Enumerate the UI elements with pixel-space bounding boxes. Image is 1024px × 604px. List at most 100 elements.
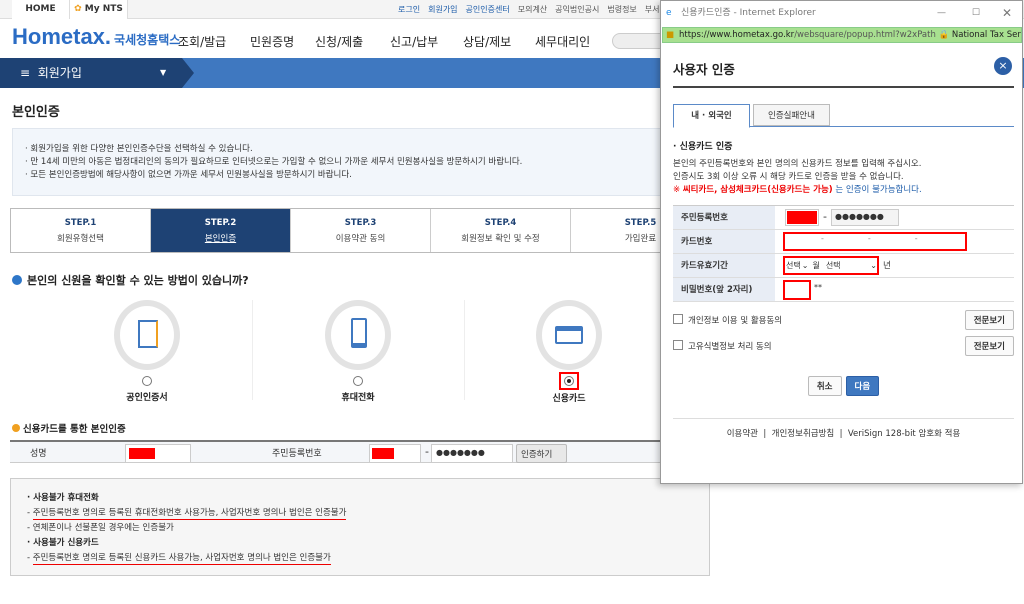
minimize-button[interactable]: — <box>937 1 946 26</box>
nav-consult[interactable]: 상담/제보 <box>463 33 511 50</box>
caret-down-icon: ▼ <box>160 68 167 77</box>
step-label: 회원유형선택 <box>57 234 104 244</box>
dash: - <box>823 210 827 223</box>
verify-button[interactable]: 인증하기 <box>516 444 567 463</box>
radio-certificate[interactable] <box>142 376 152 386</box>
notice-item: 주민등록번호 명의로 등록된 신용카드 사용가능, 사업자번호 명의나 법인은 … <box>32 553 331 565</box>
top-links: 로그인 회원가입 공인인증센터 모의계산 공익법인공시 법령정보 부서 <box>398 4 660 15</box>
month-select[interactable]: 선택 <box>785 258 802 273</box>
info-box: · 회원가입을 위한 다양한 본인인증수단을 선택하실 수 있습니다. · 만 … <box>12 128 712 196</box>
option-credit-card[interactable]: 신용카드 <box>509 300 629 404</box>
tab-my-nts-label: My NTS <box>84 4 123 14</box>
window-title: 신용카드인증 - Internet Explorer <box>681 8 816 18</box>
privacy-policy-link[interactable]: 개인정보취급방침 <box>772 429 835 439</box>
divider <box>464 300 465 400</box>
site-icon: ■ <box>666 30 675 40</box>
address-bar[interactable]: ■ https://www.hometax.go.kr/websquare/pop… <box>662 27 1022 43</box>
agree-unique-id-checkbox[interactable] <box>673 340 683 350</box>
link-login[interactable]: 로그인 <box>398 4 420 15</box>
radio-phone[interactable] <box>353 376 363 386</box>
step-num: STEP.3 <box>344 218 377 228</box>
tab-home[interactable]: HOME <box>12 0 70 19</box>
tab-my-nts[interactable]: ✿ My NTS <box>70 0 128 19</box>
info-line: 모든 본인인증방법에 해당사항이 없으면 가까운 세무서 민원봉사실을 방문하시… <box>30 170 352 180</box>
step-label: 가입완료 <box>624 234 657 244</box>
popup-content: 사용자 인증 × 내 · 외국인 인증실패안내 · 신용카드 인증 본인의 주민… <box>673 45 1014 439</box>
agree-privacy-checkbox[interactable] <box>673 314 683 324</box>
hometax-logo[interactable]: Hometax. 국세청홈택스 <box>12 24 180 50</box>
popup-titlebar: e 신용카드인증 - Internet Explorer — ☐ ✕ <box>661 1 1022 26</box>
popup-close-button[interactable]: × <box>994 57 1012 75</box>
nav-agent[interactable]: 세무대리인 <box>535 33 590 50</box>
warn-prefix: ※ <box>673 185 683 195</box>
ie-icon: e <box>666 8 672 18</box>
step-4: STEP.4 회원정보 확인 및 수정 <box>431 209 571 252</box>
step-num: STEP.4 <box>484 218 517 228</box>
star-icon: ✿ <box>74 4 82 14</box>
link-public-corp[interactable]: 공익법인공시 <box>555 4 599 15</box>
pin-input[interactable] <box>783 280 811 300</box>
question-heading: 본인의 신원을 확인할 수 있는 방법이 있습니까? <box>12 272 249 288</box>
expiry-label: 카드유효기간 <box>673 254 775 277</box>
card-part-4[interactable] <box>918 234 958 249</box>
next-button[interactable]: 다음 <box>845 376 880 396</box>
link-cert-center[interactable]: 공인인증센터 <box>466 4 510 15</box>
warn-blue: 는 인증이 불가능합니다. <box>832 185 922 195</box>
highlight-box <box>559 372 579 390</box>
nav-report[interactable]: 신고/납부 <box>390 33 438 50</box>
window-close-button[interactable]: ✕ <box>1002 1 1012 26</box>
menu-dropdown[interactable]: ≡ 회원가입 ▼ <box>0 58 194 88</box>
nav-inquiry[interactable]: 조회/발급 <box>178 33 226 50</box>
card-part-3[interactable] <box>871 234 915 249</box>
option-certificate[interactable]: 공인인증서 <box>87 300 207 403</box>
menu-current: 회원가입 <box>37 66 82 80</box>
info-line: 회원가입을 위한 다양한 본인인증수단을 선택하실 수 있습니다. <box>30 144 253 154</box>
view-privacy-button[interactable]: 전문보기 <box>964 310 1014 330</box>
terms-link[interactable]: 이용약관 <box>727 429 758 439</box>
maximize-button[interactable]: ☐ <box>972 1 980 26</box>
year-select[interactable]: 선택 <box>824 258 843 273</box>
rrn-front-input[interactable] <box>369 444 421 463</box>
view-unique-id-button[interactable]: 전문보기 <box>964 336 1014 356</box>
step-label: 회원정보 확인 및 수정 <box>461 234 540 244</box>
popup-footer: 이용약관 | 개인정보취급방침 | VeriSign 128-bit 암호화 적… <box>673 418 1014 439</box>
link-signup[interactable]: 회원가입 <box>428 4 457 15</box>
page-title: 본인인증 <box>12 105 60 120</box>
certificate-icon <box>114 300 180 370</box>
card-number-inputs[interactable]: --- <box>783 232 967 251</box>
bullet-icon <box>12 424 20 432</box>
chevron-down-icon: ⌄ <box>870 261 877 270</box>
notice-box: · 사용불가 휴대전화 - 주민등록번호 명의로 등록된 휴대전화번호 사용가능… <box>10 478 710 576</box>
step-num: STEP.1 <box>64 218 97 228</box>
nav-apply[interactable]: 신청/제출 <box>315 33 363 50</box>
hamburger-icon: ≡ <box>20 66 31 80</box>
name-input[interactable] <box>125 444 191 463</box>
option-phone[interactable]: 휴대전화 <box>298 300 418 403</box>
popup-heading: 사용자 인증 <box>673 59 1014 88</box>
desc-line: 인증시도 3회 이상 오류 시 해당 카드로 인증을 받을 수 없습니다. <box>673 172 904 182</box>
option-label: 공인인증서 <box>126 393 168 403</box>
option-label: 휴대전화 <box>341 393 375 403</box>
tab-domestic-foreign[interactable]: 내 · 외국인 <box>673 104 750 128</box>
notice-item: 주민등록번호 명의로 등록된 휴대전화번호 사용가능, 사업자번호 명의나 법인… <box>32 508 347 520</box>
site-identity: National Tax Service [KR] <box>951 30 1021 40</box>
desc-line: 본인의 주민등록번호와 본인 명의의 신용카드 정보를 입력해 주십시오. <box>673 159 922 169</box>
dash: - <box>425 445 429 458</box>
link-dept[interactable]: 부서 <box>645 4 660 15</box>
cancel-button[interactable]: 취소 <box>807 376 842 396</box>
question-text: 본인의 신원을 확인할 수 있는 방법이 있습니까? <box>27 274 249 287</box>
logo-subtext: 국세청홈택스 <box>114 33 181 47</box>
step-label: 이용약관 동의 <box>335 234 386 244</box>
rrn-back-input[interactable]: ●●●●●●● <box>431 444 513 463</box>
link-simulation[interactable]: 모의계산 <box>518 4 547 15</box>
link-law[interactable]: 법령정보 <box>607 4 636 15</box>
nav-certificate[interactable]: 민원증명 <box>250 33 294 50</box>
tab-failure-guide[interactable]: 인증실패안내 <box>753 104 830 126</box>
verify-form-row: 성명 주민등록번호 - ●●●●●●● 인증하기 <box>10 440 710 463</box>
card-part-2[interactable] <box>824 234 868 249</box>
radio-credit-card[interactable] <box>564 376 574 386</box>
rrn-back-input[interactable]: ●●●●●●● <box>831 209 899 226</box>
card-part-1[interactable] <box>785 234 821 249</box>
credit-card-icon <box>536 300 602 370</box>
rrn-front-input[interactable] <box>785 209 819 226</box>
